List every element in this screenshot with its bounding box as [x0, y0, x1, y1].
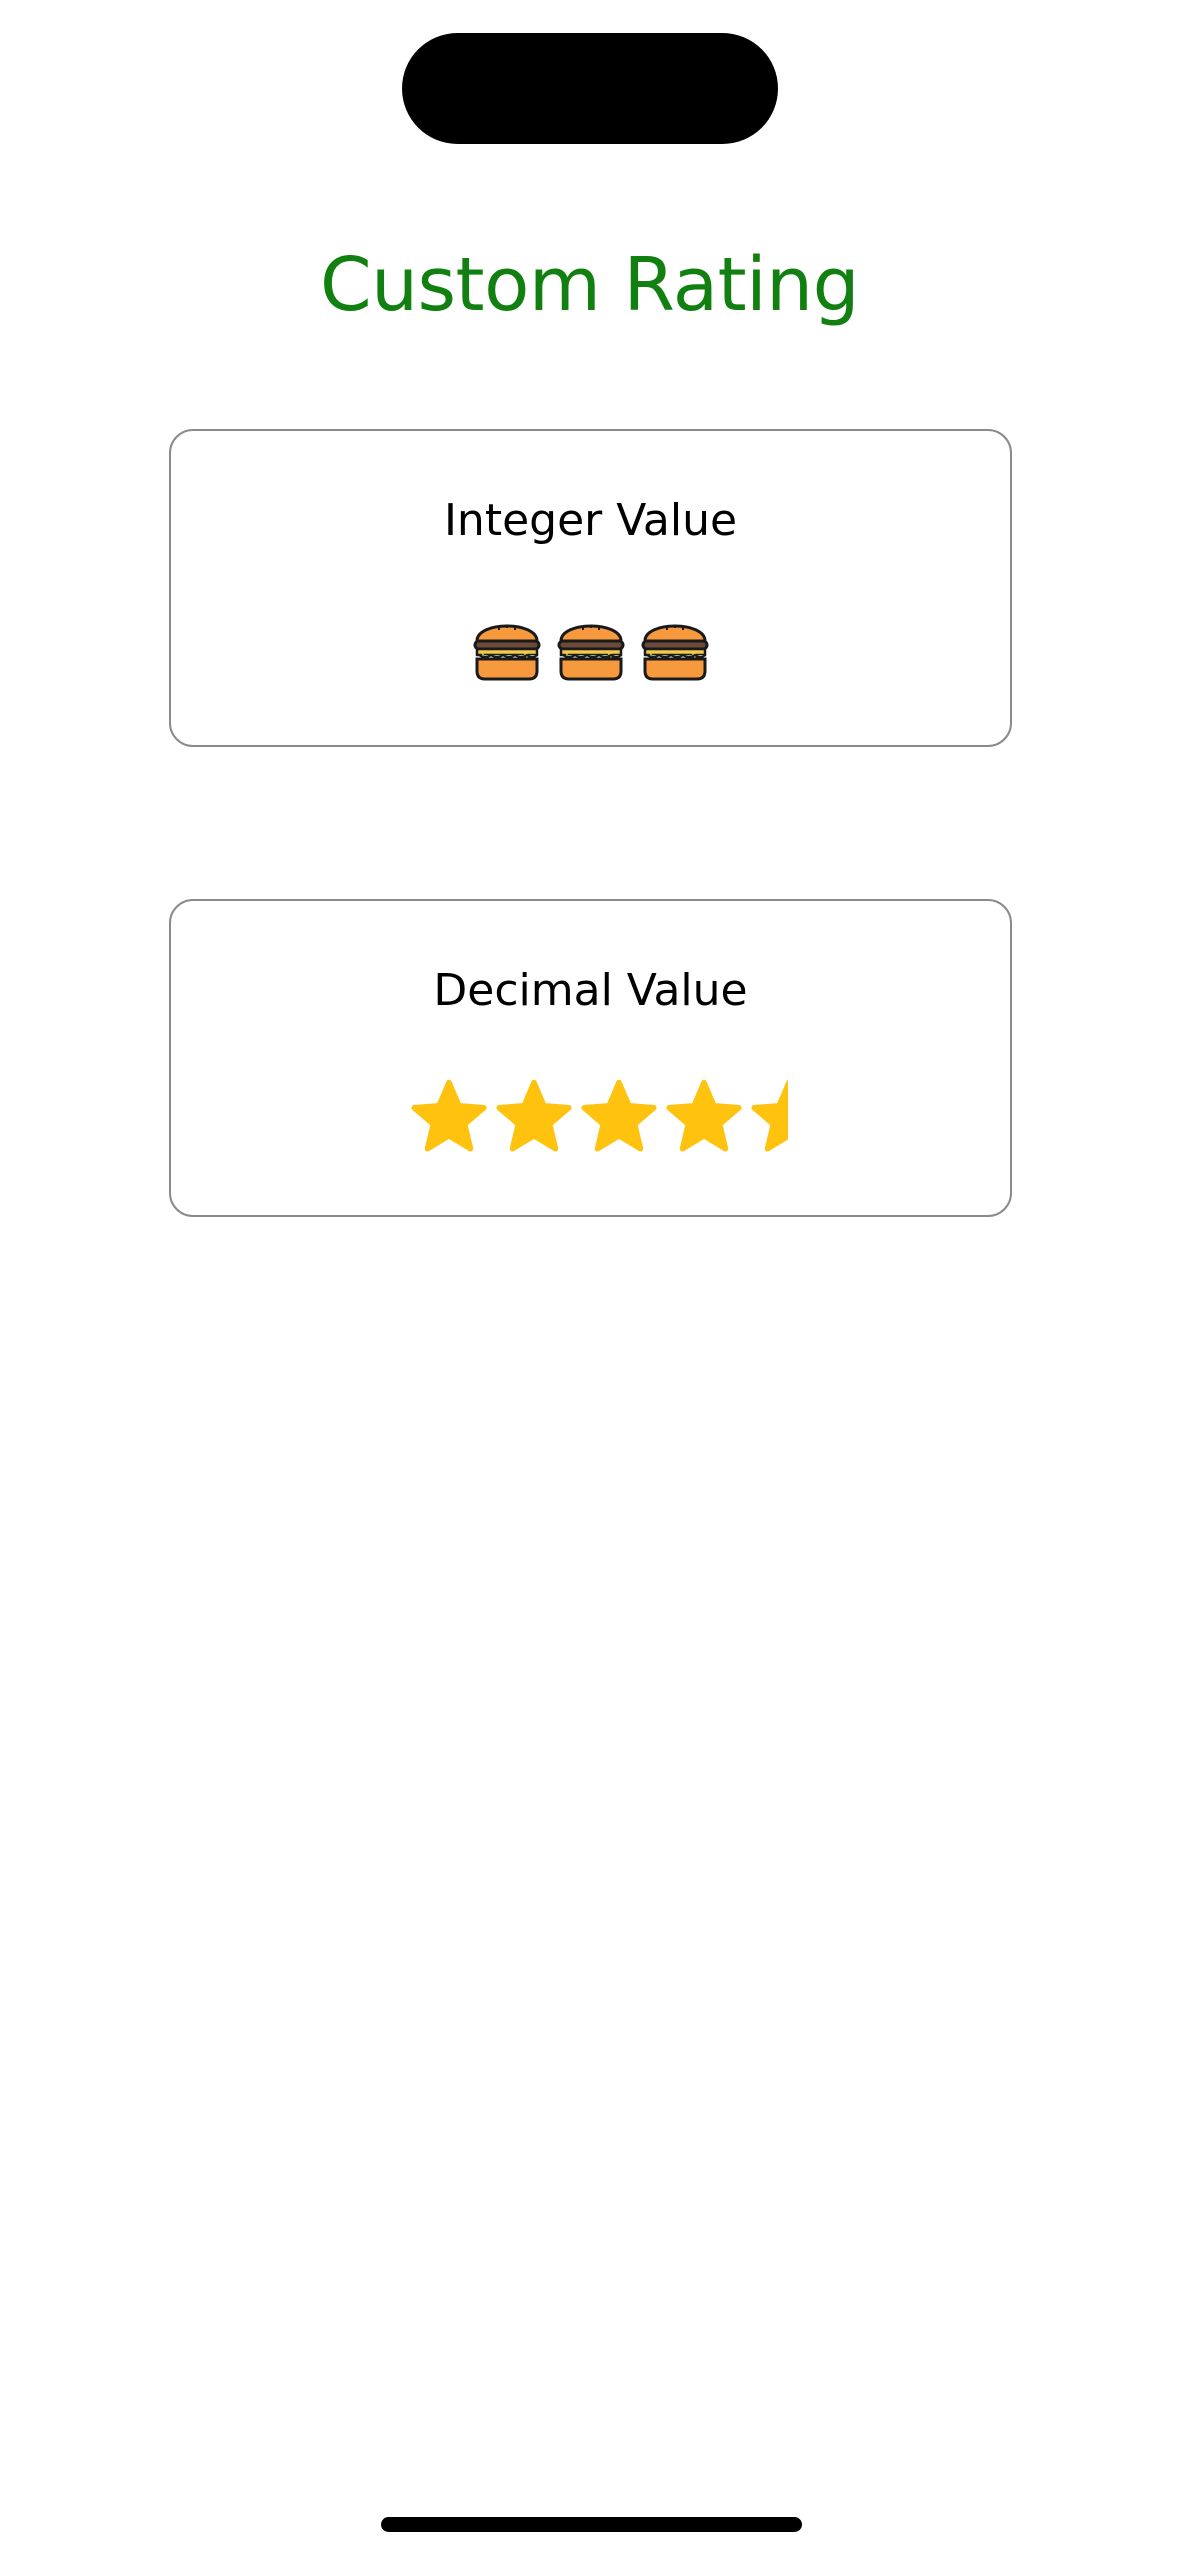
star-icon[interactable] — [408, 1077, 490, 1159]
burger-icon[interactable] — [555, 611, 627, 683]
integer-rating-control[interactable] — [171, 611, 1010, 683]
integer-rating-card: Integer Value — [169, 429, 1012, 747]
decimal-rating-control[interactable] — [408, 1077, 788, 1161]
burger-icon[interactable] — [639, 611, 711, 683]
star-icon[interactable] — [663, 1077, 745, 1159]
decimal-rating-label: Decimal Value — [433, 965, 748, 1016]
page-title: Custom Rating — [319, 241, 860, 328]
home-indicator[interactable] — [381, 2517, 802, 2532]
burger-icon[interactable] — [471, 611, 543, 683]
decimal-rating-card: Decimal Value — [169, 899, 1012, 1217]
integer-rating-label: Integer Value — [443, 495, 738, 546]
star-icon[interactable] — [748, 1077, 788, 1159]
dynamic-island — [402, 33, 778, 144]
star-icon[interactable] — [578, 1077, 660, 1159]
star-icon[interactable] — [493, 1077, 575, 1159]
